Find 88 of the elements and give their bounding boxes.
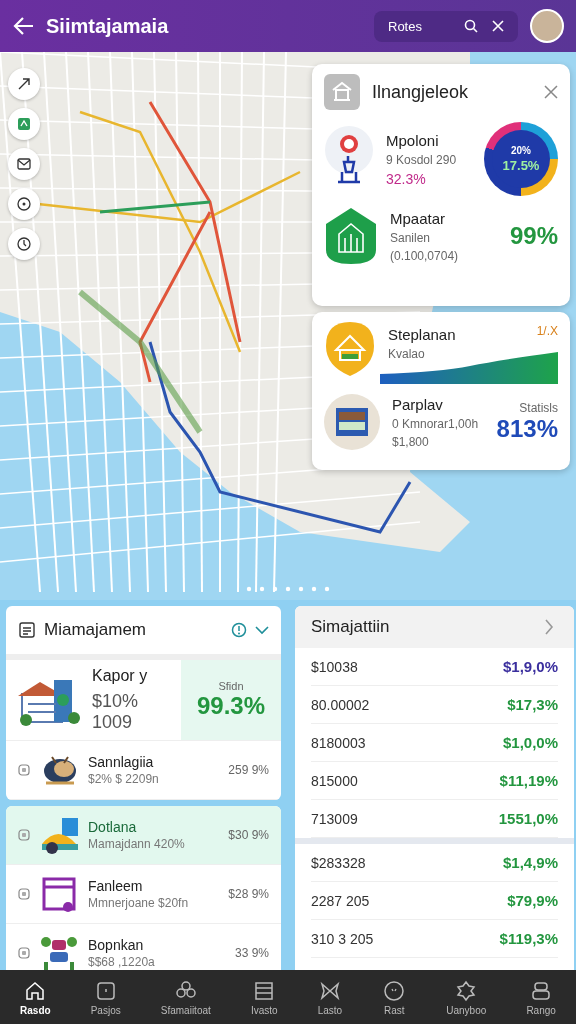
- donut-label: 20%: [511, 145, 531, 156]
- list-item[interactable]: Dotlana Mamajdann 420% $30 9%: [6, 806, 281, 865]
- change-value: $119,3%: [499, 930, 558, 947]
- place-amount: (0.100,0704): [390, 248, 460, 263]
- change-value: $17,3%: [507, 696, 558, 713]
- place-name: Mpaatar: [390, 209, 446, 227]
- amount: 8180003: [311, 734, 366, 751]
- change-value: $1,9,0%: [502, 658, 558, 675]
- item-value: $30 9%: [228, 828, 269, 842]
- nav-tab[interactable]: Ivasto: [250, 978, 278, 1016]
- storefront-icon: [324, 394, 380, 450]
- item-detail: $$68 ,1220a: [88, 955, 156, 969]
- percentage: 99.3%: [196, 692, 266, 720]
- item-detail: Mmnerjoane $20fn: [88, 896, 190, 910]
- amount: 310 3 205: [311, 930, 374, 947]
- nav-tab[interactable]: Sfamaiitoat: [160, 978, 211, 1016]
- clock-icon: [15, 235, 33, 253]
- nav-tab[interactable]: Rango: [526, 978, 556, 1016]
- item-name: Bopnkan: [88, 937, 145, 953]
- place-detail: Kvalao: [388, 347, 426, 361]
- close-icon: [544, 85, 558, 99]
- item-name: Dotlana: [88, 819, 138, 835]
- place-amount: $1,800: [392, 434, 430, 449]
- change-value: $1,4,9%: [502, 854, 558, 871]
- nav-tab[interactable]: Pasjos: [90, 978, 121, 1016]
- stat-label: Sfidn: [218, 680, 244, 692]
- list-item[interactable]: Sannlagiia $2% $ 2209n 259 9%: [6, 741, 281, 800]
- search-icon: [464, 19, 478, 33]
- envelope-icon: [15, 155, 33, 173]
- place-detail: Sanilen: [390, 230, 432, 245]
- document-icon: [18, 621, 36, 639]
- place-detail: 0 Kmnorar1,00h: [392, 416, 480, 431]
- card-title: Ilnangjeleok: [372, 81, 470, 103]
- nav-tab[interactable]: Lasto: [317, 978, 343, 1016]
- item-value: 33 9%: [234, 946, 269, 960]
- panel-title: Simajattiin: [311, 617, 391, 637]
- close-icon[interactable]: [492, 20, 504, 32]
- circle-icon: [382, 978, 407, 1003]
- nav-tab[interactable]: Rast: [382, 978, 407, 1016]
- percentage: 32.3%: [386, 170, 427, 187]
- search-field[interactable]: Rotes: [374, 10, 518, 42]
- building-icon: [324, 74, 360, 110]
- back-arrow-icon: [12, 16, 34, 36]
- trend-value: 1/.X: [536, 324, 558, 338]
- amount: $283328: [311, 854, 366, 871]
- list-item[interactable]: Fanleem Mmnerjoane $20fn $28 9%: [6, 865, 281, 924]
- temple-icon: [324, 206, 378, 266]
- donut-value: 17.5%: [502, 158, 540, 173]
- amount: 2287 205: [311, 892, 370, 909]
- amount: 80.00002: [311, 696, 370, 713]
- place-name: Steplanan: [388, 326, 456, 343]
- percentage: 99%: [509, 222, 558, 250]
- checkbox-icon: [18, 764, 30, 776]
- item-value: 259 9%: [228, 763, 269, 777]
- change-value: $1,0,0%: [502, 734, 558, 751]
- change-value: 1551,0%: [498, 810, 558, 827]
- stat-label: Statisls: [519, 401, 558, 415]
- nav-tab[interactable]: Rasdo: [20, 978, 51, 1016]
- item-value: $28 9%: [228, 887, 269, 901]
- amount: $10% 1009: [92, 691, 140, 733]
- place-name: Mpoloni: [386, 131, 439, 149]
- place-name: Parplav: [392, 395, 443, 413]
- app-title: Siimtajamaia: [46, 14, 170, 38]
- item-detail: Mamajdann 420%: [88, 837, 186, 851]
- target-icon: [15, 195, 33, 213]
- item-detail: $2% $ 2209n: [88, 772, 160, 786]
- search-value: Rotes: [388, 18, 423, 34]
- place-name: Kapor y: [92, 667, 149, 685]
- chevron-down-icon[interactable]: [255, 625, 269, 635]
- back-button[interactable]: [12, 16, 34, 36]
- amount: 815000: [311, 772, 358, 789]
- checkbox-icon: [18, 888, 30, 900]
- amount: 713009: [311, 810, 358, 827]
- change-value: $11,19%: [499, 772, 558, 789]
- checkbox-icon: [18, 829, 30, 841]
- nav-tab[interactable]: Uanyboo: [446, 978, 487, 1016]
- avatar[interactable]: [530, 9, 564, 43]
- checkbox-icon: [18, 947, 30, 959]
- percentage: 813%: [496, 415, 558, 443]
- close-button[interactable]: [544, 85, 558, 99]
- place-detail: 9 Kosdol 290: [386, 152, 458, 167]
- chevron-right-icon[interactable]: [544, 619, 554, 635]
- item-name: Sannlagiia: [88, 754, 155, 770]
- change-value: $79,9%: [507, 892, 558, 909]
- item-name: Fanleem: [88, 878, 144, 894]
- panel-title: Miamajamem: [44, 620, 148, 640]
- info-icon[interactable]: [231, 622, 247, 638]
- amount: $10038: [311, 658, 358, 675]
